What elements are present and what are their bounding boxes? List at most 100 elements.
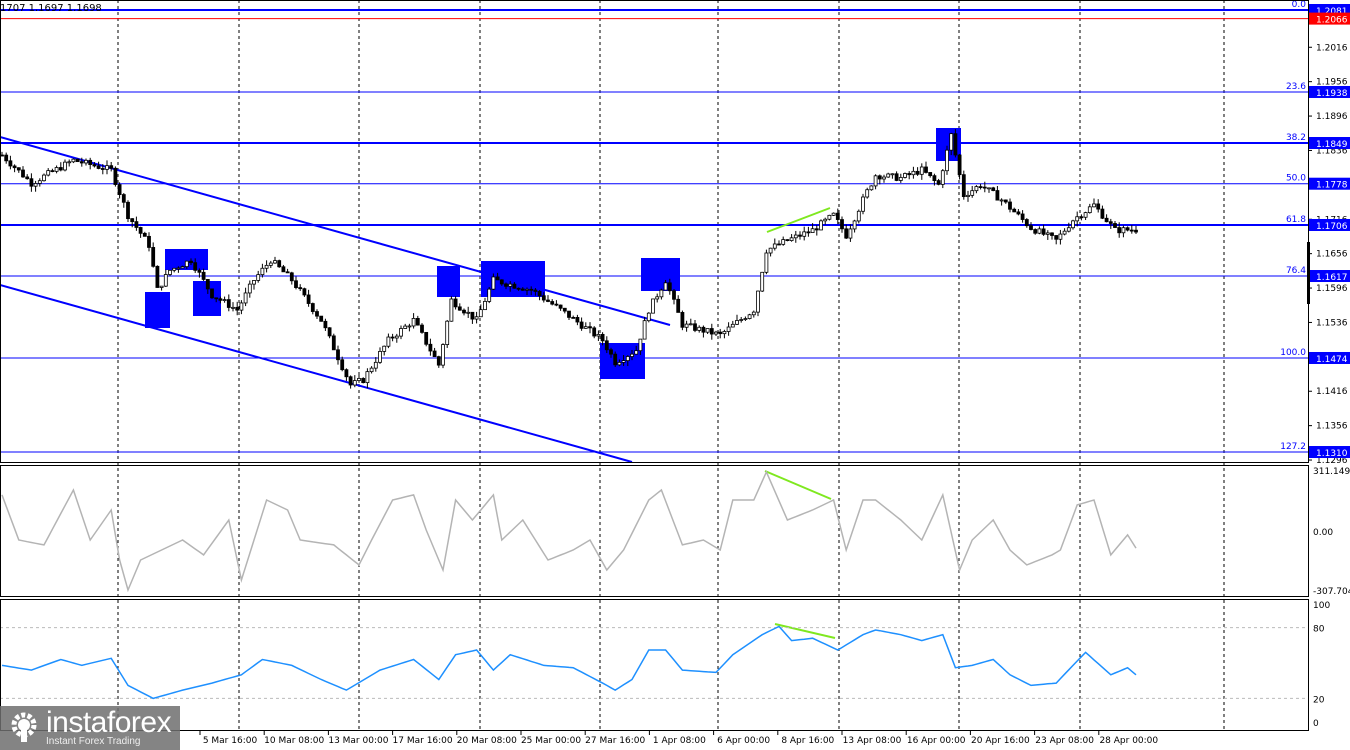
price-tick-label: 1.1656 — [1316, 250, 1348, 260]
candle — [495, 276, 500, 281]
main-panel-frame — [0, 0, 1309, 463]
cci-line — [1, 470, 1137, 593]
candle — [903, 173, 907, 178]
candle — [218, 298, 223, 301]
fib-price-label: 1.1617 — [1316, 273, 1348, 283]
candle — [273, 260, 277, 264]
price-tick-label: 1.1416 — [1316, 387, 1348, 397]
candle — [134, 221, 139, 228]
candle — [138, 227, 143, 234]
candle — [310, 303, 315, 312]
candle — [840, 219, 844, 230]
zone-box — [437, 266, 460, 297]
candle — [1041, 228, 1046, 235]
candle — [987, 187, 991, 190]
candle — [357, 378, 361, 381]
candle — [315, 311, 319, 317]
candle — [12, 165, 17, 169]
candle — [945, 149, 949, 172]
candle — [1016, 211, 1021, 215]
candle — [579, 321, 584, 329]
candle — [478, 309, 483, 318]
candle — [999, 199, 1004, 202]
candle — [415, 318, 420, 326]
candle — [239, 302, 244, 311]
candle — [886, 173, 891, 178]
price-chart[interactable]: 0.0 23.6 38.2 50.0 61.8 76.4 100.0 127.2 1.2016… — [0, 0, 1350, 750]
candle — [109, 165, 114, 169]
candle — [793, 234, 798, 239]
candle — [1104, 217, 1109, 223]
candle — [537, 291, 542, 297]
rsi-panel-frame — [0, 599, 1309, 731]
axes: 1.20161.19561.18961.18361.17161.16561.15… — [199, 4, 1350, 746]
candle — [226, 299, 231, 308]
candle — [764, 252, 769, 273]
zone-box — [145, 292, 170, 328]
candle — [436, 356, 441, 366]
time-label: 16 Apr 00:00 — [907, 736, 966, 746]
candle — [1033, 229, 1038, 234]
candle — [756, 290, 760, 313]
candle — [588, 326, 592, 329]
candle — [714, 331, 718, 335]
divergence-lines — [764, 207, 836, 639]
time-label: 6 Apr 00:00 — [717, 736, 770, 746]
fib-price-label: 1.1938 — [1316, 89, 1348, 99]
candle — [810, 228, 815, 233]
candle — [193, 262, 198, 271]
fib-price-label: 1.1310 — [1316, 449, 1348, 459]
candle — [655, 296, 660, 300]
candle — [1029, 225, 1033, 230]
candle — [29, 178, 34, 187]
candle — [252, 280, 256, 285]
candle — [672, 290, 676, 300]
candle — [1092, 203, 1096, 208]
candle — [184, 260, 189, 267]
candle — [424, 331, 429, 345]
candle — [197, 269, 202, 273]
time-label: 1 Apr 08:00 — [653, 736, 706, 746]
logo-tagline: Instant Forex Trading — [46, 736, 141, 747]
candle — [1108, 221, 1113, 224]
candle — [600, 333, 605, 342]
candle — [306, 294, 311, 304]
candle — [1008, 201, 1012, 210]
candle — [336, 349, 340, 361]
candle — [491, 276, 496, 290]
candle — [487, 288, 492, 302]
candle — [974, 186, 979, 192]
candle — [1087, 206, 1092, 214]
candle — [344, 369, 349, 378]
time-label: 8 Apr 16:00 — [781, 736, 834, 746]
candle — [163, 274, 168, 287]
candle — [1129, 229, 1134, 232]
candle — [735, 320, 739, 325]
candle — [201, 271, 206, 280]
candle — [508, 283, 513, 287]
candle — [1058, 233, 1063, 240]
price-tick-label: 1.1536 — [1316, 318, 1348, 328]
candle — [890, 173, 895, 176]
candle — [722, 331, 727, 335]
candle — [462, 309, 466, 314]
time-label: 20 Apr 16:00 — [971, 736, 1030, 746]
candle — [701, 326, 706, 333]
price-tick-label: 1.1896 — [1316, 112, 1348, 122]
candle — [684, 323, 689, 328]
candle — [823, 218, 828, 222]
candle — [281, 266, 286, 273]
candle — [520, 288, 525, 291]
price-tick-label: 1.1356 — [1316, 422, 1348, 432]
candle — [373, 361, 378, 369]
candle — [861, 196, 865, 212]
candle — [819, 220, 823, 231]
candle — [399, 328, 403, 337]
candle — [529, 288, 534, 291]
candle — [663, 282, 668, 291]
candle — [323, 320, 328, 329]
candle — [1075, 216, 1080, 222]
trend-channel — [0, 136, 671, 463]
candle — [453, 298, 458, 308]
candle — [546, 299, 550, 302]
